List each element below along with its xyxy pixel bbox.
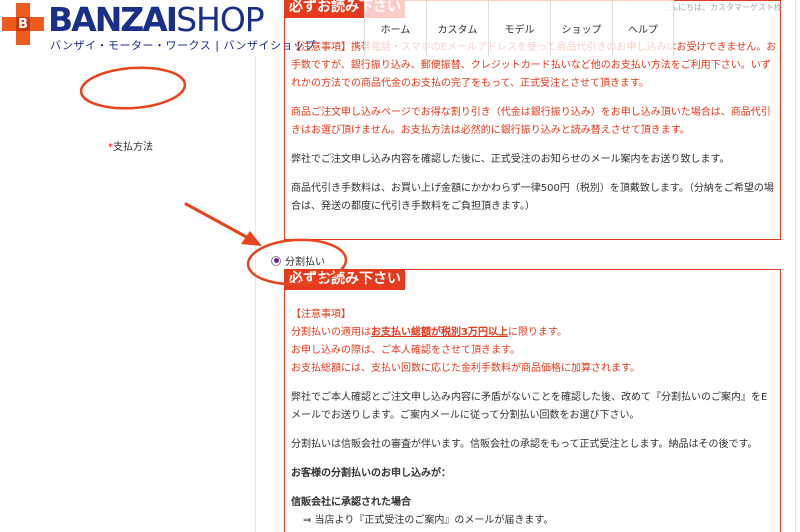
logo-mark-letter: B: [18, 17, 28, 32]
notice-body: 【注意事項】携帯電話・スマホのEメールアドレスを使って商品代引きのお申し込みはお…: [291, 39, 777, 227]
welcome-text: こんにちは、カスタマーゲスト様: [662, 3, 782, 12]
notice-body: 【注意事項】 分割払いの適用はお支払い総額が税別3万円以上に限ります。 お申し込…: [291, 306, 777, 532]
banzai-logo-icon: B: [2, 3, 44, 45]
main-nav: ホーム カスタム モデル ショップ ヘルプ: [364, 0, 674, 56]
installment-radio[interactable]: [271, 255, 281, 266]
payment-method-label: *支払方法: [108, 142, 153, 153]
notice-paragraph: 分割払いは信販会社の審査が伴います。信販会社の承認をもって正式受注とします。納品…: [291, 439, 758, 450]
form-label-column: *支払方法: [0, 56, 256, 532]
minimum-amount-emphasis: お支払い総額が税別3万円以上: [371, 327, 508, 338]
payment-options: 必ずお読み下さい 【注意事項】携帯電話・スマホのEメールアドレスを使って商品代引…: [256, 0, 800, 532]
nav-shop[interactable]: ショップ: [550, 0, 612, 56]
notice-title: 必ずお読み下さい: [285, 269, 405, 290]
nav-home[interactable]: ホーム: [364, 0, 426, 56]
nav-custom[interactable]: カスタム: [426, 0, 488, 56]
nav-model[interactable]: モデル: [488, 0, 550, 56]
nav-help[interactable]: ヘルプ: [612, 0, 674, 56]
notice-paragraph: 信販会社に承認された場合 ⇒ 当店より『正式受注のご案内』のメールが届きます。: [291, 497, 554, 526]
notice-paragraph: 商品ご注文申し込みページでお得な割り引き（代金は銀行振り込み）をお申し込み頂いた…: [291, 107, 771, 136]
notice-paragraph: 商品代引き手数料は、お買い上げ金額にかかわらず一律500円（税別）を頂戴致します…: [291, 183, 774, 212]
radio-selected-dot: [273, 258, 279, 263]
notice-conditions: 【注意事項】 分割払いの適用はお支払い総額が税別3万円以上に限ります。 お申し込…: [291, 309, 640, 374]
installment-notice-box: 必ずお読み下さい 【注意事項】 分割払いの適用はお支払い総額が税別3万円以上に限…: [284, 269, 781, 532]
logo-wordmark: BANZAISHOP: [48, 0, 265, 39]
notice-paragraph: 弊社でご注文申し込み内容を確認した後に、正式受注のお知らせのメール案内をお送り致…: [291, 154, 730, 165]
notice-paragraph: 弊社でご本人確認とご注文申し込み内容に矛盾がないことを確認した後、改めて『分割払…: [291, 392, 768, 421]
logo-tagline: バンザイ・モーター・ワークス | バンザイショップ: [50, 39, 316, 52]
installment-radio-option[interactable]: 分割払い: [271, 253, 325, 268]
installment-radio-label: 分割払い: [285, 257, 325, 268]
notice-paragraph: お客様の分割払いのお申し込みが：: [291, 468, 451, 479]
site-logo[interactable]: B BANZAISHOP バンザイ・モーター・ワークス | バンザイショップ: [0, 0, 315, 56]
